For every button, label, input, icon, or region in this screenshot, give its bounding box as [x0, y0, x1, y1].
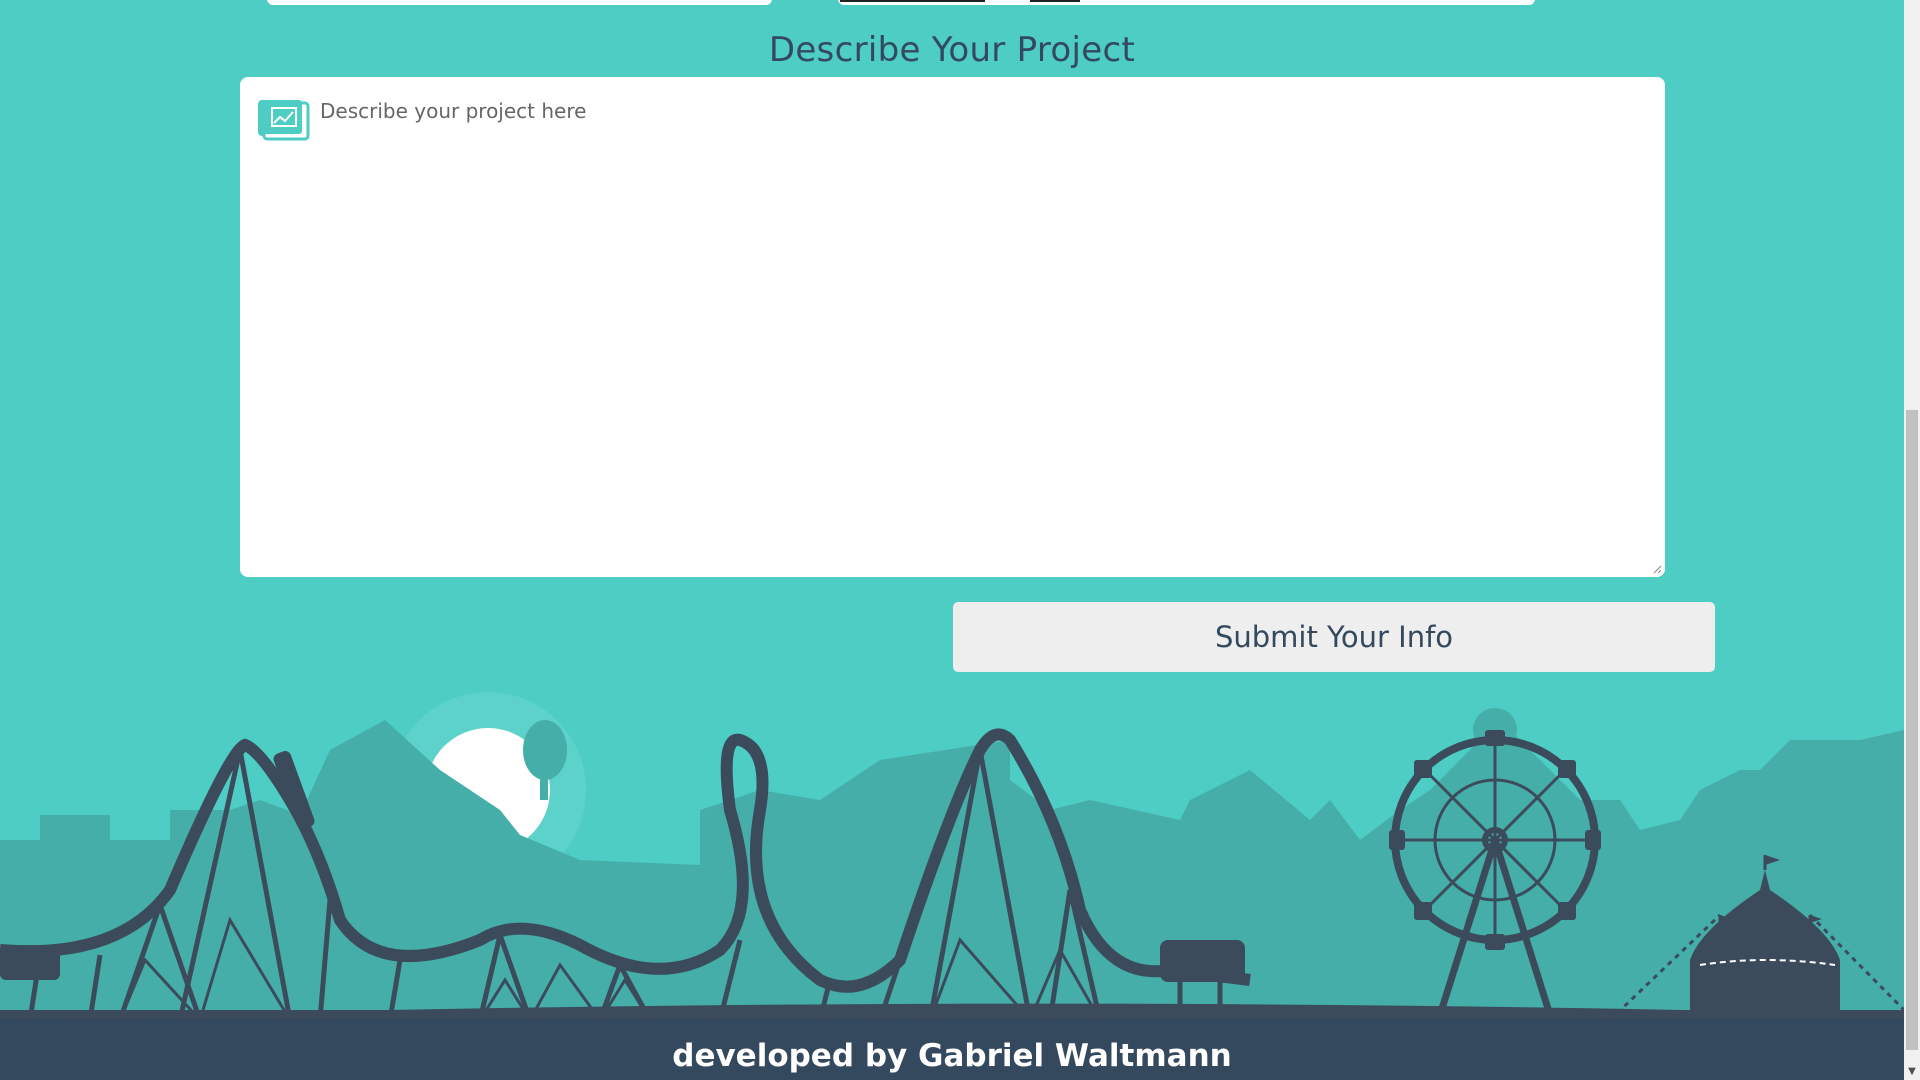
page: Describe Your Project Submit Your Info — [0, 0, 1920, 1080]
viewport: Describe Your Project Submit Your Info — [0, 0, 1904, 1080]
previous-field-underline — [840, 0, 985, 2]
footer: developed by Gabriel Waltmann — [0, 1018, 1904, 1080]
resize-handle-icon[interactable] — [1652, 564, 1662, 574]
project-textarea-container[interactable] — [240, 77, 1665, 577]
amusement-park-skyline-illustration — [0, 692, 1904, 1030]
footer-credit: developed by Gabriel Waltmann — [672, 1038, 1232, 1074]
scrollbar-thumb[interactable] — [1906, 410, 1918, 1050]
scroll-down-arrow-icon[interactable]: ▼ — [1904, 1064, 1920, 1080]
previous-input-field[interactable] — [267, 0, 772, 5]
project-heading: Describe Your Project — [768, 30, 1136, 70]
blueprint-chart-icon — [258, 100, 310, 141]
vertical-scrollbar[interactable]: ▼ — [1904, 0, 1920, 1080]
submit-button[interactable]: Submit Your Info — [953, 602, 1715, 672]
project-description-textarea[interactable] — [320, 99, 1650, 559]
previous-field-underline — [1030, 0, 1080, 2]
